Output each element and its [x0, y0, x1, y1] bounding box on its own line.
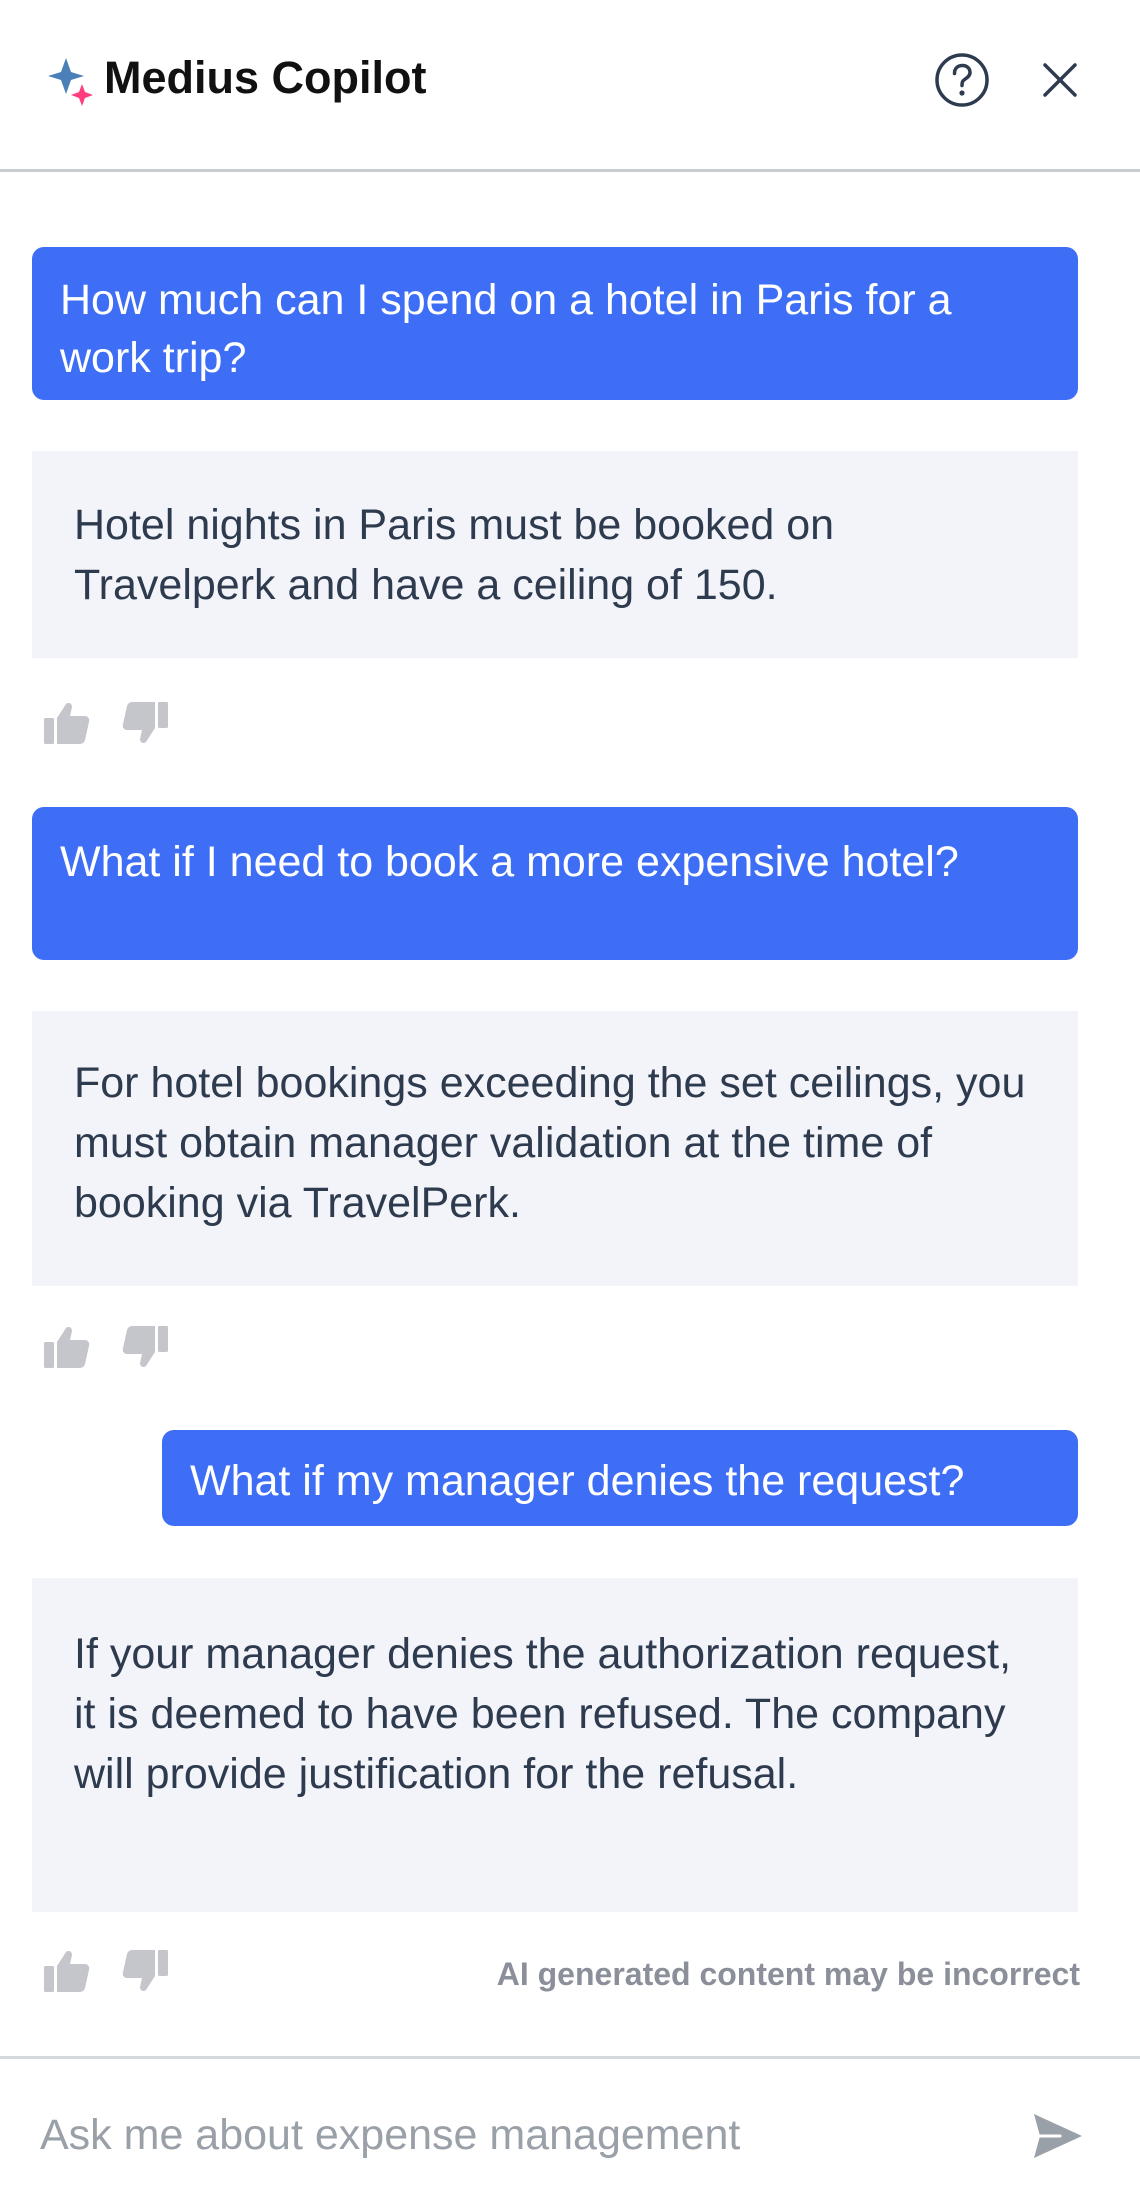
user-message-text: How much can I spend on a hotel in Paris…: [60, 276, 952, 382]
chat-header: Medius Copilot: [0, 0, 1140, 172]
assistant-message-text: If your manager denies the authorization…: [74, 1630, 1012, 1798]
thumbs-up-icon[interactable]: [42, 1322, 92, 1372]
chat-input[interactable]: [40, 2100, 1000, 2170]
message-feedback: [42, 1322, 172, 1378]
panel-title: Medius Copilot: [104, 52, 427, 103]
user-message: What if my manager denies the request?: [162, 1430, 1078, 1526]
thumbs-up-icon[interactable]: [42, 1946, 92, 1996]
thumbs-up-icon[interactable]: [42, 698, 92, 748]
composer-divider: [0, 2056, 1140, 2059]
thumbs-down-icon[interactable]: [120, 1322, 170, 1372]
send-icon[interactable]: [1030, 2108, 1086, 2164]
assistant-message-text: For hotel bookings exceeding the set cei…: [74, 1059, 1026, 1227]
help-circle-icon[interactable]: [934, 52, 990, 108]
thumbs-down-icon[interactable]: [120, 698, 170, 748]
sparkle-icon: [48, 58, 93, 106]
message-feedback: [42, 1946, 172, 2002]
message-feedback: [42, 698, 172, 754]
assistant-message-text: Hotel nights in Paris must be booked on …: [74, 501, 835, 609]
assistant-message: If your manager denies the authorization…: [32, 1578, 1078, 1912]
ai-disclaimer: AI generated content may be incorrect: [496, 1956, 1080, 1992]
user-message-text: What if my manager denies the request?: [190, 1457, 965, 1505]
user-message: What if I need to book a more expensive …: [32, 807, 1078, 960]
close-icon[interactable]: [1036, 56, 1084, 104]
user-message-text: What if I need to book a more expensive …: [60, 838, 959, 886]
assistant-message: For hotel bookings exceeding the set cei…: [32, 1011, 1078, 1286]
user-message: How much can I spend on a hotel in Paris…: [32, 247, 1078, 400]
assistant-message: Hotel nights in Paris must be booked on …: [32, 451, 1078, 658]
thumbs-down-icon[interactable]: [120, 1946, 170, 1996]
